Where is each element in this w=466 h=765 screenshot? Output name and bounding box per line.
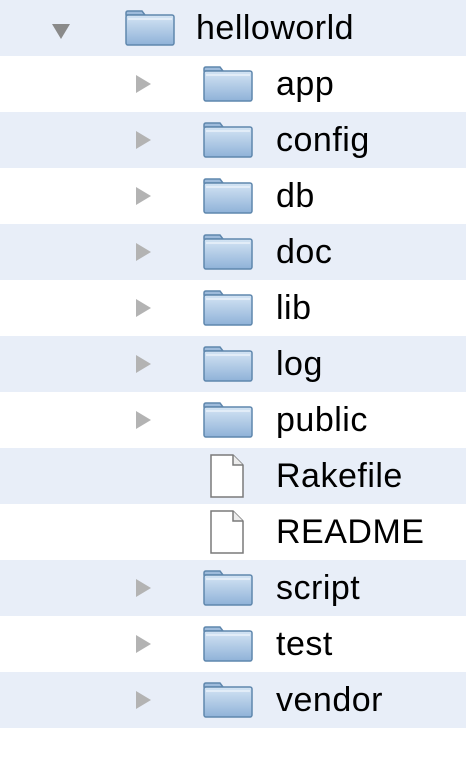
tree-item-label: app <box>276 65 335 103</box>
tree-row-script[interactable]: script <box>0 560 466 616</box>
folder-icon <box>203 626 253 662</box>
tree-row-rakefile[interactable]: Rakefile <box>0 448 466 504</box>
disclosure-collapsed-icon[interactable] <box>136 635 151 653</box>
folder-icon <box>125 10 175 46</box>
tree-empty-row <box>0 728 466 765</box>
tree-item-label: log <box>276 345 323 383</box>
disclosure-collapsed-icon[interactable] <box>136 243 151 261</box>
file-tree: helloworld app config db doc lib log pub… <box>0 0 466 765</box>
folder-icon <box>203 234 253 270</box>
tree-root-label: helloworld <box>196 9 355 47</box>
disclosure-expanded-icon[interactable] <box>52 24 70 39</box>
folder-icon <box>203 290 253 326</box>
tree-row-root[interactable]: helloworld <box>0 0 466 56</box>
tree-item-label: Rakefile <box>276 457 403 495</box>
disclosure-collapsed-icon[interactable] <box>136 131 151 149</box>
tree-item-label: config <box>276 121 370 159</box>
document-icon <box>210 454 244 498</box>
folder-icon <box>203 346 253 382</box>
folder-icon <box>203 682 253 718</box>
tree-item-label: test <box>276 625 333 663</box>
tree-item-label: lib <box>276 289 312 327</box>
tree-row-log[interactable]: log <box>0 336 466 392</box>
disclosure-collapsed-icon[interactable] <box>136 691 151 709</box>
tree-row-readme[interactable]: README <box>0 504 466 560</box>
tree-row-doc[interactable]: doc <box>0 224 466 280</box>
disclosure-collapsed-icon[interactable] <box>136 75 151 93</box>
folder-icon <box>203 402 253 438</box>
tree-item-label: README <box>276 513 425 551</box>
folder-icon <box>203 178 253 214</box>
tree-item-label: db <box>276 177 315 215</box>
tree-row-public[interactable]: public <box>0 392 466 448</box>
disclosure-collapsed-icon[interactable] <box>136 411 151 429</box>
folder-icon <box>203 122 253 158</box>
tree-row-vendor[interactable]: vendor <box>0 672 466 728</box>
tree-item-label: public <box>276 401 368 439</box>
disclosure-collapsed-icon[interactable] <box>136 187 151 205</box>
tree-item-label: doc <box>276 233 333 271</box>
folder-icon <box>203 66 253 102</box>
tree-item-label: script <box>276 569 361 607</box>
disclosure-collapsed-icon[interactable] <box>136 355 151 373</box>
disclosure-collapsed-icon[interactable] <box>136 579 151 597</box>
tree-row-lib[interactable]: lib <box>0 280 466 336</box>
folder-icon <box>203 570 253 606</box>
document-icon <box>210 510 244 554</box>
tree-row-app[interactable]: app <box>0 56 466 112</box>
disclosure-collapsed-icon[interactable] <box>136 299 151 317</box>
tree-item-label: vendor <box>276 681 383 719</box>
tree-row-test[interactable]: test <box>0 616 466 672</box>
tree-row-db[interactable]: db <box>0 168 466 224</box>
tree-row-config[interactable]: config <box>0 112 466 168</box>
